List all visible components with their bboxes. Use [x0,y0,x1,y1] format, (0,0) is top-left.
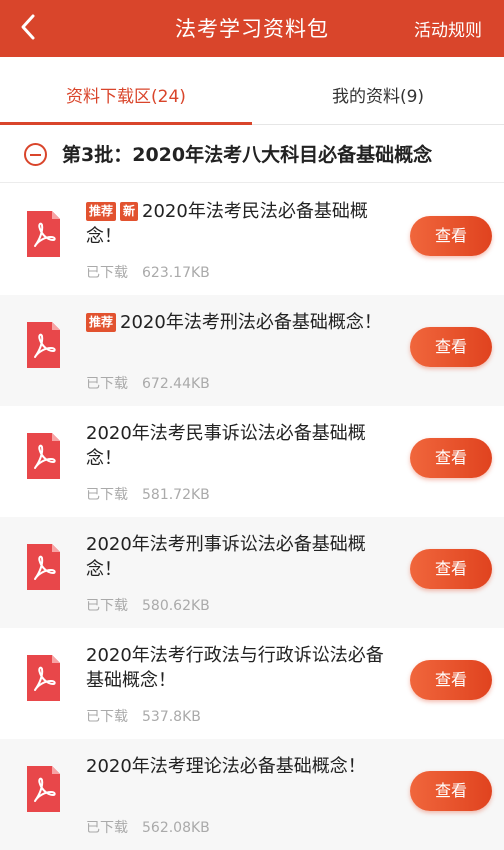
item-title[interactable]: 2020年法考理论法必备基础概念！ [86,754,386,779]
item-name: 2020年法考理论法必备基础概念！ [86,756,366,777]
download-status: 已下载 [86,265,128,281]
item-meta: 已下载 581.72KB [86,484,210,504]
file-size: 562.08KB [142,820,210,836]
app-header: 法考学习资料包 活动规则 [0,0,504,57]
pdf-file-icon [24,542,62,592]
item-meta: 已下载 672.44KB [86,373,210,393]
item-meta: 已下载 537.8KB [86,706,201,726]
list-item: 2020年法考民事诉讼法必备基础概念！ 已下载 581.72KB 查看 [0,406,504,517]
item-title[interactable]: 推荐新 2020年法考民法必备基础概念！ [86,199,386,249]
item-name: 2020年法考刑法必备基础概念！ [120,312,382,333]
material-list: 推荐新 2020年法考民法必备基础概念！ 已下载 623.17KB 查看 推荐 202… [0,184,504,850]
pdf-file-icon [24,764,62,814]
download-status: 已下载 [86,487,128,503]
download-status: 已下载 [86,598,128,614]
list-item: 2020年法考刑事诉讼法必备基础概念！ 已下载 580.62KB 查看 [0,517,504,628]
item-meta: 已下载 623.17KB [86,262,210,282]
list-item: 2020年法考理论法必备基础概念！ 已下载 562.08KB 查看 [0,739,504,850]
tab-download-area[interactable]: 资料下载区(24) [0,57,252,125]
pdf-file-icon [24,431,62,481]
active-tab-indicator [0,122,252,125]
list-item: 推荐 2020年法考刑法必备基础概念！ 已下载 672.44KB 查看 [0,295,504,406]
new-tag: 新 [120,202,139,221]
item-meta: 已下载 580.62KB [86,595,210,615]
file-size: 537.8KB [142,709,201,725]
item-title[interactable]: 2020年法考刑事诉讼法必备基础概念！ [86,532,386,582]
pdf-file-icon [24,320,62,370]
file-size: 580.62KB [142,598,210,614]
tab-my-materials[interactable]: 我的资料(9) [252,57,504,125]
view-button[interactable]: 查看 [410,660,492,700]
recommend-tag: 推荐 [86,313,117,332]
view-button[interactable]: 查看 [410,438,492,478]
view-button[interactable]: 查看 [410,327,492,367]
item-meta: 已下载 562.08KB [86,817,210,837]
item-title[interactable]: 2020年法考行政法与行政诉讼法必备基础概念！ [86,643,386,693]
batch-title: 第3批：2020年法考八大科目必备基础概念 [62,144,433,166]
view-button[interactable]: 查看 [410,549,492,589]
download-status: 已下载 [86,820,128,836]
view-button[interactable]: 查看 [410,771,492,811]
item-name: 2020年法考民事诉讼法必备基础概念！ [86,423,366,469]
list-item: 推荐新 2020年法考民法必备基础概念！ 已下载 623.17KB 查看 [0,184,504,295]
file-size: 623.17KB [142,265,210,281]
pdf-file-icon [24,653,62,703]
download-status: 已下载 [86,376,128,392]
item-name: 2020年法考刑事诉讼法必备基础概念！ [86,534,366,580]
tab-bar: 资料下载区(24) 我的资料(9) [0,57,504,125]
file-size: 672.44KB [142,376,210,392]
item-title[interactable]: 2020年法考民事诉讼法必备基础概念！ [86,421,386,471]
file-size: 581.72KB [142,487,210,503]
pdf-file-icon [24,209,62,259]
item-title[interactable]: 推荐 2020年法考刑法必备基础概念！ [86,310,386,335]
download-status: 已下载 [86,709,128,725]
recommend-tag: 推荐 [86,202,117,221]
view-button[interactable]: 查看 [410,216,492,256]
list-item: 2020年法考行政法与行政诉讼法必备基础概念！ 已下载 537.8KB 查看 [0,628,504,739]
activity-rules-link[interactable]: 活动规则 [414,16,482,41]
batch-header: 第3批：2020年法考八大科目必备基础概念 [0,126,504,183]
minus-circle-icon[interactable] [24,143,47,166]
item-name: 2020年法考行政法与行政诉讼法必备基础概念！ [86,645,384,691]
